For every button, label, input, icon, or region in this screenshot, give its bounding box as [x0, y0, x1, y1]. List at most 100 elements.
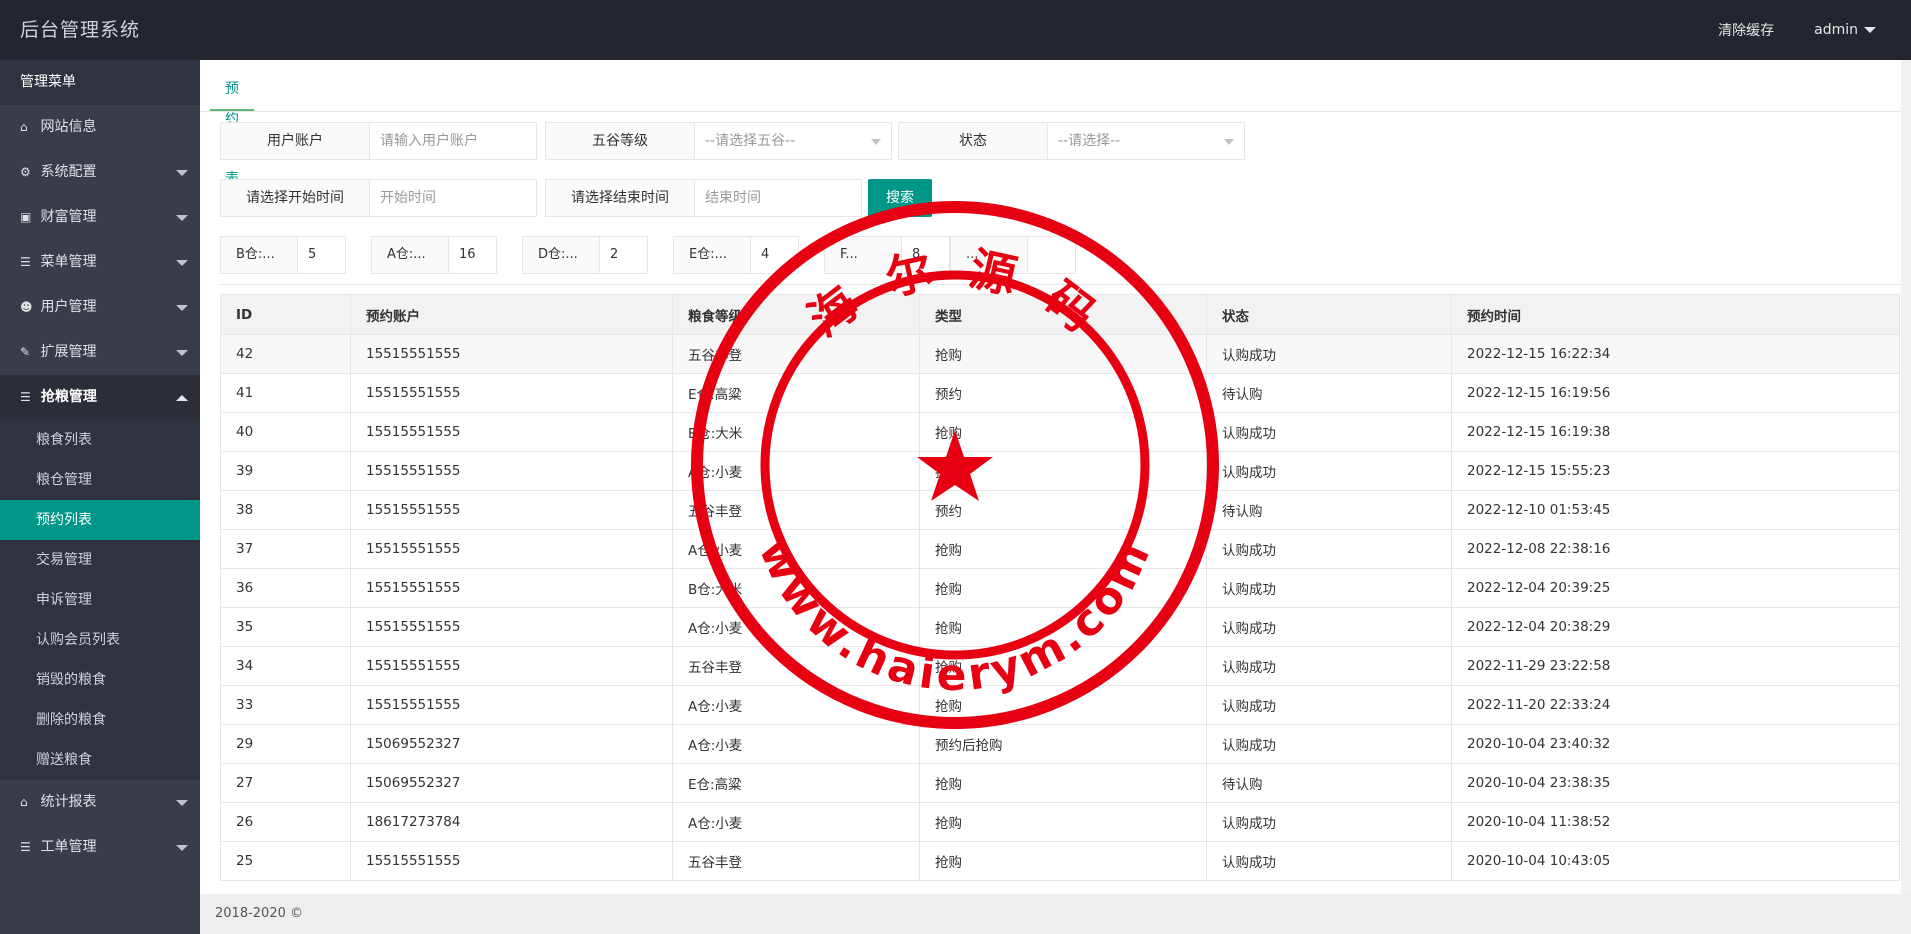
cell-type: 抢购 — [919, 802, 1207, 842]
gears-icon: ⚙ — [20, 165, 31, 179]
col-header-type: 类型 — [919, 294, 1207, 335]
cell-reserve-time: 2020-10-04 11:38:52 — [1451, 802, 1900, 842]
copyright-text: 2018-2020 © — [215, 906, 303, 921]
sidebar-item-grain-rush[interactable]: ☰ 抢粮管理 — [0, 375, 200, 420]
page-scrollbar[interactable] — [1901, 60, 1911, 894]
cell-reserve-time: 2022-11-29 23:22:58 — [1451, 646, 1900, 686]
cell-reserve-time: 2022-12-15 16:22:34 — [1451, 334, 1900, 374]
sidebar-item-users[interactable]: ☻ 用户管理 — [0, 285, 200, 330]
chevron-up-icon — [176, 395, 188, 401]
cell-type: 抢购 — [919, 763, 1207, 803]
sub-item-grain-list[interactable]: 粮食列表 — [0, 420, 200, 460]
table-row[interactable]: 29 15069552327 A仓:小麦 预约后抢购 认购成功 2020-10-04 23… — [220, 724, 1900, 764]
start-time-filter: 请选择开始时间 开始时间 — [220, 179, 537, 217]
sub-item-granary[interactable]: 粮仓管理 — [0, 460, 200, 500]
cell-status: 认购成功 — [1206, 802, 1452, 842]
stat-box: D仓:... 2 — [522, 236, 648, 274]
status-filter: 状态 --请选择-- — [898, 122, 1245, 160]
cell-id: 38 — [220, 490, 351, 530]
cell-account: 15515551555 — [350, 451, 673, 491]
sub-item-appeals[interactable]: 申诉管理 — [0, 580, 200, 620]
cell-grain-grade: A仓:小麦 — [672, 529, 920, 569]
chevron-down-icon — [176, 305, 188, 311]
table-row[interactable]: 25 15515551555 五谷丰登 抢购 认购成功 2020-10-04 10:43:… — [220, 841, 1900, 881]
cell-status: 认购成功 — [1206, 685, 1452, 725]
table-row[interactable]: 41 15515551555 E仓:高粱 预约 待认购 2022-12-15 16:19:… — [220, 373, 1900, 413]
table-row[interactable]: 42 15515551555 五谷丰登 抢购 认购成功 2022-12-15 16:22:… — [220, 334, 1900, 374]
home-icon: ⌂ — [20, 120, 28, 134]
cell-type: 预约 — [919, 373, 1207, 413]
cell-type: 抢购 — [919, 334, 1207, 374]
sub-item-destroyed-grain[interactable]: 销毁的粮食 — [0, 660, 200, 700]
sub-item-transactions[interactable]: 交易管理 — [0, 540, 200, 580]
stat-label: D仓:... — [522, 236, 600, 274]
sub-item-subscriber-list[interactable]: 认购会员列表 — [0, 620, 200, 660]
sub-item-reservation-list[interactable]: 预约列表 — [0, 500, 200, 540]
cell-grain-grade: E仓:高粱 — [672, 373, 920, 413]
stat-box: B仓:... 5 — [220, 236, 346, 274]
chevron-down-icon — [176, 260, 188, 266]
stat-value: 8 — [902, 236, 950, 274]
status-label: 状态 — [898, 122, 1048, 160]
table-row[interactable]: 33 15515551555 A仓:小麦 抢购 认购成功 2022-11-20 22:33… — [220, 685, 1900, 725]
chevron-down-icon — [176, 215, 188, 221]
cell-grain-grade: 五谷丰登 — [672, 490, 920, 530]
stat-value: 2 — [600, 236, 648, 274]
grade-select-value: --请选择五谷-- — [705, 133, 796, 149]
table-row[interactable]: 39 15515551555 A仓:小麦 抢购 认购成功 2022-12-15 15:55… — [220, 451, 1900, 491]
sidebar-item-wealth[interactable]: ▣ 财富管理 — [0, 195, 200, 240]
tab-divider — [200, 111, 1911, 112]
cell-reserve-time: 2022-12-15 15:55:23 — [1451, 451, 1900, 491]
cell-account: 15515551555 — [350, 490, 673, 530]
account-label: 用户账户 — [220, 122, 370, 160]
table-row[interactable]: 40 15515551555 B仓:大米 抢购 认购成功 2022-12-15 16:19… — [220, 412, 1900, 452]
main-content: 预约列表 用户账户 请输入用户账户 五谷等级 --请选择五谷-- 状态 --请选… — [200, 60, 1911, 894]
sidebar-item-menu[interactable]: ☰ 菜单管理 — [0, 240, 200, 285]
sidebar-item-extensions[interactable]: ✎ 扩展管理 — [0, 330, 200, 375]
cell-reserve-time: 2020-10-04 10:43:05 — [1451, 841, 1900, 881]
status-select[interactable]: --请选择-- — [1048, 122, 1245, 160]
end-time-input[interactable]: 结束时间 — [695, 179, 862, 217]
cell-reserve-time: 2022-12-10 01:53:45 — [1451, 490, 1900, 530]
cell-account: 15515551555 — [350, 646, 673, 686]
chevron-down-icon — [176, 845, 188, 851]
table-row[interactable]: 36 15515551555 B仓:大米 抢购 认购成功 2022-12-04 20:39… — [220, 568, 1900, 608]
cell-reserve-time: 2022-12-15 16:19:56 — [1451, 373, 1900, 413]
table-row[interactable]: 37 15515551555 A仓:小麦 抢购 认购成功 2022-12-08 22:38… — [220, 529, 1900, 569]
cell-id: 33 — [220, 685, 351, 725]
cell-grain-grade: A仓:小麦 — [672, 685, 920, 725]
sub-item-gift-grain[interactable]: 赠送粮食 — [0, 740, 200, 780]
grade-label: 五谷等级 — [545, 122, 695, 160]
grade-select[interactable]: --请选择五谷-- — [695, 122, 892, 160]
stat-label: A仓:... — [371, 236, 449, 274]
sidebar-item-tickets[interactable]: ☰ 工单管理 — [0, 825, 200, 870]
user-menu[interactable]: admin — [1814, 22, 1876, 38]
list-icon: ☰ — [20, 390, 31, 404]
cell-reserve-time: 2022-11-20 22:33:24 — [1451, 685, 1900, 725]
sidebar-item-site-info[interactable]: ⌂ 网站信息 — [0, 105, 200, 150]
cell-type: 预约 — [919, 490, 1207, 530]
cell-id: 27 — [220, 763, 351, 803]
tab-reservation-list[interactable]: 预约列表 — [210, 60, 254, 187]
table-row[interactable]: 34 15515551555 五谷丰登 抢购 认购成功 2022-11-29 23:22:… — [220, 646, 1900, 686]
col-header-status: 状态 — [1206, 294, 1452, 335]
table-row[interactable]: 38 15515551555 五谷丰登 预约 待认购 2022-12-10 01:53:4… — [220, 490, 1900, 530]
app-logo-title: 后台管理系统 — [20, 19, 141, 41]
sub-item-deleted-grain[interactable]: 删除的粮食 — [0, 700, 200, 740]
clear-cache-link[interactable]: 清除缓存 — [1718, 20, 1774, 40]
start-time-input[interactable]: 开始时间 — [370, 179, 537, 217]
search-button[interactable]: 搜索 — [868, 179, 932, 217]
sidebar-item-reports[interactable]: ⌂ 统计报表 — [0, 780, 200, 825]
table-row[interactable]: 27 15069552327 E仓:高粱 抢购 待认购 2020-10-04 23:38:… — [220, 763, 1900, 803]
sidebar-item-system-config[interactable]: ⚙ 系统配置 — [0, 150, 200, 195]
account-input[interactable]: 请输入用户账户 — [370, 122, 537, 160]
cell-type: 抢购 — [919, 607, 1207, 647]
cell-grain-grade: A仓:小麦 — [672, 451, 920, 491]
cell-status: 认购成功 — [1206, 412, 1452, 452]
chevron-down-icon — [176, 350, 188, 356]
section-divider — [220, 284, 1901, 285]
col-header-reserve-time: 预约时间 — [1451, 294, 1900, 335]
table-row[interactable]: 35 15515551555 A仓:小麦 抢购 认购成功 2022-12-04 20:38… — [220, 607, 1900, 647]
table-row[interactable]: 26 18617273784 A仓:小麦 抢购 认购成功 2020-10-04 11:38… — [220, 802, 1900, 842]
grain-rush-submenu: 粮食列表 粮仓管理 预约列表 交易管理 申诉管理 认购会员列表 销毁的粮食 删除… — [0, 420, 200, 780]
